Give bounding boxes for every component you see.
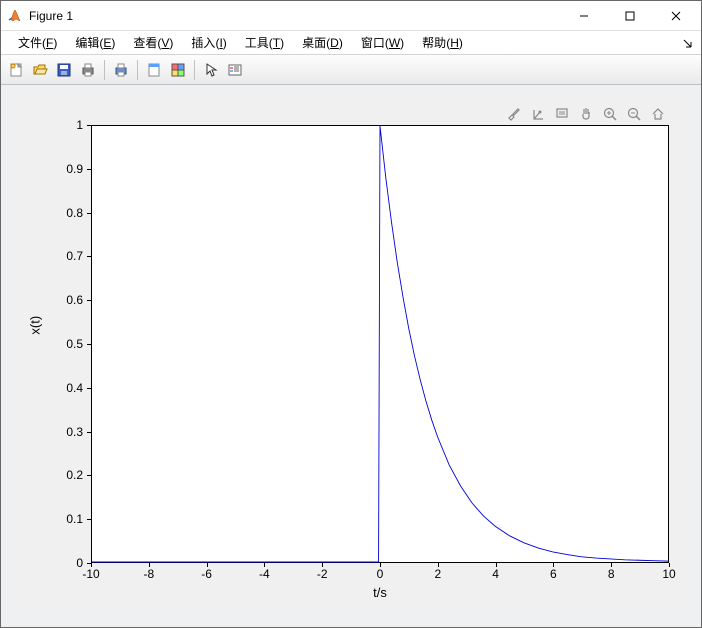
y-tick-mark — [87, 256, 91, 257]
x-tick-label: -4 — [259, 567, 270, 581]
print-button[interactable] — [77, 59, 99, 81]
zoom-in-icon[interactable] — [600, 104, 620, 124]
y-tick-mark — [87, 300, 91, 301]
y-tick-mark — [87, 475, 91, 476]
y-tick-label: 0.5 — [13, 337, 83, 351]
y-tick-label: 0.2 — [13, 468, 83, 482]
y-tick-label: 0.1 — [13, 512, 83, 526]
y-tick-label: 0.8 — [13, 206, 83, 220]
open-button[interactable] — [29, 59, 51, 81]
window-title: Figure 1 — [29, 9, 73, 23]
legend-button[interactable] — [224, 59, 246, 81]
menu-bar: 文件(F) 编辑(E) 查看(V) 插入(I) 工具(T) 桌面(D) 窗口(W… — [1, 31, 701, 55]
x-axis-label: t/s — [373, 585, 387, 600]
window-minimize-button[interactable] — [561, 1, 607, 31]
datatips-icon[interactable] — [552, 104, 572, 124]
x-tick-label: 6 — [550, 567, 557, 581]
y-tick-mark — [87, 344, 91, 345]
pan-icon[interactable] — [576, 104, 596, 124]
edit-plot-button[interactable] — [200, 59, 222, 81]
dock-arrow-icon[interactable] — [683, 37, 695, 49]
home-icon[interactable] — [648, 104, 668, 124]
x-tick-label: -6 — [201, 567, 212, 581]
y-tick-label: 0.3 — [13, 425, 83, 439]
toolbar-separator — [194, 60, 195, 80]
figure-canvas: t/s x(t) -10 -8 -6 -4 -2 0 2 4 6 8 10 0 0.1 0.2 0.3 0.4… — [1, 85, 701, 627]
matlab-icon — [7, 8, 23, 24]
y-tick-label: 0.4 — [13, 381, 83, 395]
menu-tools[interactable]: 工具(T) — [236, 32, 293, 53]
y-tick-mark — [87, 563, 91, 564]
print-preview-button[interactable] — [110, 59, 132, 81]
menu-desktop[interactable]: 桌面(D) — [293, 32, 352, 53]
axes[interactable] — [91, 125, 669, 563]
y-tick-mark — [87, 125, 91, 126]
window-maximize-button[interactable] — [607, 1, 653, 31]
y-tick-label: 0 — [13, 556, 83, 570]
toolbar-separator — [137, 60, 138, 80]
x-tick-label: -2 — [317, 567, 328, 581]
x-tick-label: 10 — [662, 567, 675, 581]
menu-view[interactable]: 查看(V) — [124, 32, 182, 53]
x-tick-label: 8 — [608, 567, 615, 581]
y-tick-mark — [87, 519, 91, 520]
save-button[interactable] — [53, 59, 75, 81]
link-plot-button[interactable] — [143, 59, 165, 81]
y-tick-mark — [87, 213, 91, 214]
menu-file[interactable]: 文件(F) — [9, 32, 66, 53]
axes-toolbar — [504, 104, 668, 124]
x-tick-label: -8 — [143, 567, 154, 581]
x-tick-label: 2 — [434, 567, 441, 581]
brush-icon[interactable] — [504, 104, 524, 124]
figure-toolbar — [1, 55, 701, 85]
x-tick-label: -10 — [82, 567, 99, 581]
menu-edit[interactable]: 编辑(E) — [66, 32, 124, 53]
menu-help[interactable]: 帮助(H) — [413, 32, 472, 53]
y-tick-label: 0.7 — [13, 249, 83, 263]
menu-insert[interactable]: 插入(I) — [182, 32, 235, 53]
y-tick-mark — [87, 388, 91, 389]
window-titlebar: Figure 1 — [1, 1, 701, 31]
y-axis-label: x(t) — [28, 316, 43, 335]
y-tick-label: 1 — [13, 118, 83, 132]
y-tick-mark — [87, 432, 91, 433]
x-tick-label: 4 — [492, 567, 499, 581]
window-close-button[interactable] — [653, 1, 699, 31]
menu-window[interactable]: 窗口(W) — [352, 32, 413, 53]
new-figure-button[interactable] — [5, 59, 27, 81]
x-tick-label: 0 — [377, 567, 384, 581]
y-tick-label: 0.6 — [13, 293, 83, 307]
y-tick-mark — [87, 169, 91, 170]
toolbar-separator — [104, 60, 105, 80]
line-series — [92, 126, 668, 562]
colorbar-button[interactable] — [167, 59, 189, 81]
zoom-out-icon[interactable] — [624, 104, 644, 124]
axes-panel: t/s x(t) -10 -8 -6 -4 -2 0 2 4 6 8 10 0 0.1 0.2 0.3 0.4… — [13, 97, 689, 615]
rotate-icon[interactable] — [528, 104, 548, 124]
y-tick-label: 0.9 — [13, 162, 83, 176]
